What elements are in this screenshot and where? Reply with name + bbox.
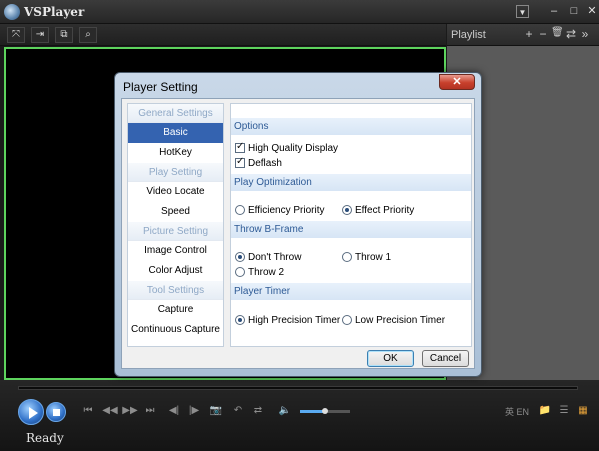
playback-controls: ⏮ ◀◀ ▶▶ ⏭ ◀| |▶ 📷 ↶ ⇄ 🔈 英 EN 📁 ☰ ▦ Ready — [0, 380, 599, 451]
low-precision-timer-label: Low Precision Timer — [355, 314, 446, 326]
step-forward-icon[interactable]: |▶ — [187, 405, 201, 416]
nav-item-speed[interactable]: Speed — [128, 202, 223, 222]
play-button[interactable] — [18, 399, 44, 425]
trash-icon[interactable]: 🗑 — [551, 27, 564, 38]
cancel-button[interactable]: Cancel — [422, 350, 469, 367]
player-timer-header: Player Timer — [231, 283, 471, 300]
menu-dropdown-icon[interactable]: ▼ — [516, 5, 529, 18]
status-text: Ready — [26, 431, 64, 445]
deflash-option[interactable]: Deflash — [235, 156, 282, 170]
high-quality-label: High Quality Display — [248, 142, 339, 154]
nav-item-color-adjust[interactable]: Color Adjust — [128, 261, 223, 281]
nav-group-tool: Tool Settings — [128, 281, 223, 300]
dialog-title: Player Setting — [123, 80, 198, 94]
throw-1-radio[interactable] — [342, 252, 352, 262]
effect-priority-option[interactable]: Effect Priority — [342, 203, 414, 217]
rewind-icon[interactable]: ◀◀ — [101, 405, 119, 416]
efficiency-priority-radio[interactable] — [235, 205, 245, 215]
fullscreen-icon[interactable]: ⤧ — [7, 27, 25, 43]
effect-priority-label: Effect Priority — [355, 204, 415, 216]
dialog-body: General Settings Basic HotKey Play Setti… — [121, 98, 475, 369]
high-quality-option[interactable]: High Quality Display — [235, 141, 338, 155]
nav-item-hotkey[interactable]: HotKey — [128, 143, 223, 163]
throw-1-label: Throw 1 — [355, 251, 392, 263]
efficiency-priority-label: Efficiency Priority — [248, 204, 325, 216]
settings-nav: General Settings Basic HotKey Play Setti… — [127, 103, 224, 347]
effect-priority-radio[interactable] — [342, 205, 352, 215]
fast-forward-icon[interactable]: ▶▶ — [121, 405, 139, 416]
swap-icon[interactable]: ⇄ — [251, 405, 265, 416]
skip-start-icon[interactable]: ⏮ — [81, 405, 95, 416]
nav-item-video-locate[interactable]: Video Locate — [128, 182, 223, 202]
deflash-checkbox[interactable] — [235, 156, 245, 168]
remove-icon[interactable]: − — [537, 27, 549, 41]
volume-slider[interactable] — [300, 408, 350, 414]
app-title: VSPlayer — [24, 5, 85, 19]
throw-2-option[interactable]: Throw 2 — [235, 265, 284, 279]
minimize-button[interactable]: – — [546, 4, 562, 19]
high-precision-timer-radio[interactable] — [235, 315, 245, 325]
high-precision-timer-option[interactable]: High Precision Timer — [235, 313, 340, 327]
volume-icon[interactable]: 🔈 — [278, 405, 292, 416]
options-header: Options — [231, 118, 471, 135]
ok-button[interactable]: OK — [367, 350, 414, 367]
deflash-label: Deflash — [248, 157, 282, 169]
title-bar: VSPlayer ▼ – □ ✕ — [0, 0, 599, 24]
skip-end-icon[interactable]: ⏭ — [143, 405, 157, 416]
window-icon[interactable]: ⧉ — [55, 27, 73, 43]
throw-2-label: Throw 2 — [248, 266, 285, 278]
playlist-header: Playlist + − 🗑 ⇄ » — [447, 24, 599, 46]
nav-group-play: Play Setting — [128, 163, 223, 182]
nav-group-general: General Settings — [128, 104, 223, 123]
nav-item-image-control[interactable]: Image Control — [128, 241, 223, 261]
seek-bar[interactable] — [18, 386, 578, 390]
high-precision-timer-label: High Precision Timer — [248, 314, 341, 326]
sort-icon[interactable]: ⇄ — [565, 27, 577, 41]
nav-item-continuous-capture[interactable]: Continuous Capture — [128, 320, 223, 340]
dont-throw-radio[interactable] — [235, 252, 245, 262]
playlist-title: Playlist — [451, 29, 486, 41]
pin-icon[interactable]: ⇥ — [31, 27, 49, 43]
stop-button[interactable] — [46, 402, 66, 422]
settings-content: Options High Quality Display Deflash Pla… — [230, 103, 472, 347]
nav-item-capture[interactable]: Capture — [128, 300, 223, 320]
add-icon[interactable]: + — [523, 27, 535, 41]
play-optimization-header: Play Optimization — [231, 174, 471, 191]
folder-icon[interactable]: 📁 — [538, 405, 552, 416]
throw-b-frame-header: Throw B-Frame — [231, 221, 471, 238]
dont-throw-label: Don't Throw — [248, 251, 302, 263]
dialog-close-button[interactable]: ✕ — [439, 74, 475, 90]
collapse-icon[interactable]: » — [579, 27, 591, 41]
search-icon[interactable]: ⌕ — [79, 27, 97, 43]
rotate-icon[interactable]: ↶ — [231, 405, 245, 416]
player-setting-dialog: Player Setting ✕ General Settings Basic … — [114, 72, 482, 377]
camera-icon[interactable]: 📷 — [209, 405, 223, 416]
language-icon[interactable]: 英 EN — [504, 405, 530, 418]
app-logo-icon — [4, 4, 20, 20]
step-back-icon[interactable]: ◀| — [167, 405, 181, 416]
nav-group-picture: Picture Setting — [128, 222, 223, 241]
efficiency-priority-option[interactable]: Efficiency Priority — [235, 203, 325, 217]
maximize-button[interactable]: □ — [566, 4, 582, 19]
high-quality-checkbox[interactable] — [235, 141, 245, 153]
volume-knob[interactable] — [322, 408, 328, 414]
throw-2-radio[interactable] — [235, 267, 245, 277]
low-precision-timer-radio[interactable] — [342, 315, 352, 325]
toolbox-icon[interactable]: ▦ — [576, 405, 590, 416]
low-precision-timer-option[interactable]: Low Precision Timer — [342, 313, 445, 327]
list-icon[interactable]: ☰ — [557, 405, 571, 416]
nav-item-basic[interactable]: Basic — [128, 123, 223, 143]
dont-throw-option[interactable]: Don't Throw — [235, 250, 301, 264]
throw-1-option[interactable]: Throw 1 — [342, 250, 391, 264]
close-button[interactable]: ✕ — [584, 4, 599, 19]
video-toolbar: ⤧ ⇥ ⧉ ⌕ — [0, 24, 446, 46]
